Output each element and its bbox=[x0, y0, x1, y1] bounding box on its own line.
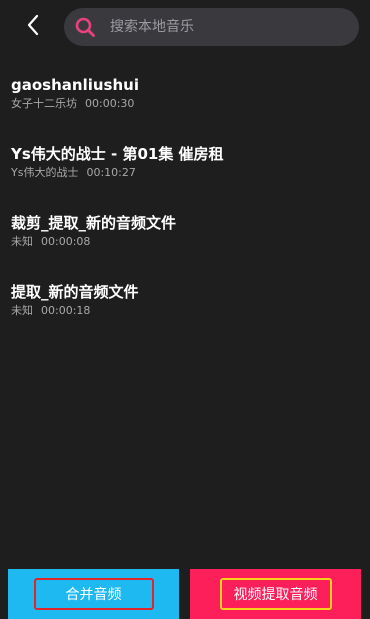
bottom-action-bar: 合并音频 视频提取音频 bbox=[0, 563, 370, 619]
song-meta: 女子十二乐坊 00:00:30 bbox=[11, 96, 370, 112]
search-bar[interactable] bbox=[64, 8, 359, 46]
back-button[interactable] bbox=[16, 10, 50, 44]
song-list-item[interactable]: 裁剪_提取_新的音频文件 未知 00:00:08 bbox=[0, 208, 370, 277]
merge-audio-button[interactable]: 合并音频 bbox=[8, 569, 179, 619]
song-duration: 00:00:08 bbox=[41, 235, 91, 248]
song-list-item[interactable]: gaoshanliushui 女子十二乐坊 00:00:30 bbox=[0, 70, 370, 139]
song-meta: Ys伟大的战士 00:10:27 bbox=[11, 165, 370, 181]
top-bar bbox=[0, 0, 370, 54]
search-icon bbox=[74, 16, 96, 38]
song-artist: 未知 bbox=[11, 304, 33, 317]
song-duration: 00:00:18 bbox=[41, 304, 91, 317]
song-meta: 未知 00:00:08 bbox=[11, 234, 370, 250]
search-input[interactable] bbox=[110, 12, 330, 42]
song-title: 裁剪_提取_新的音频文件 bbox=[11, 214, 177, 232]
song-title: Ys伟大的战士 - 第01集 催房租 bbox=[11, 145, 224, 163]
local-music-screen: gaoshanliushui 女子十二乐坊 00:00:30 Ys伟大的战士 - … bbox=[0, 0, 370, 619]
song-artist: 女子十二乐坊 bbox=[11, 97, 77, 110]
song-title: gaoshanliushui bbox=[11, 76, 139, 94]
song-list: gaoshanliushui 女子十二乐坊 00:00:30 Ys伟大的战士 - … bbox=[0, 70, 370, 346]
song-artist: Ys伟大的战士 bbox=[11, 166, 79, 179]
extract-audio-label: 视频提取音频 bbox=[219, 578, 332, 610]
song-duration: 00:10:27 bbox=[86, 166, 136, 179]
song-meta: 未知 00:00:18 bbox=[11, 303, 370, 319]
song-artist: 未知 bbox=[11, 235, 33, 248]
extract-audio-from-video-button[interactable]: 视频提取音频 bbox=[190, 569, 361, 619]
chevron-left-icon bbox=[25, 13, 41, 41]
song-list-item[interactable]: Ys伟大的战士 - 第01集 催房租 Ys伟大的战士 00:10:27 bbox=[0, 139, 370, 208]
song-list-item[interactable]: 提取_新的音频文件 未知 00:00:18 bbox=[0, 277, 370, 346]
song-duration: 00:00:30 bbox=[85, 97, 135, 110]
merge-audio-label: 合并音频 bbox=[33, 578, 154, 610]
song-title: 提取_新的音频文件 bbox=[11, 283, 139, 301]
